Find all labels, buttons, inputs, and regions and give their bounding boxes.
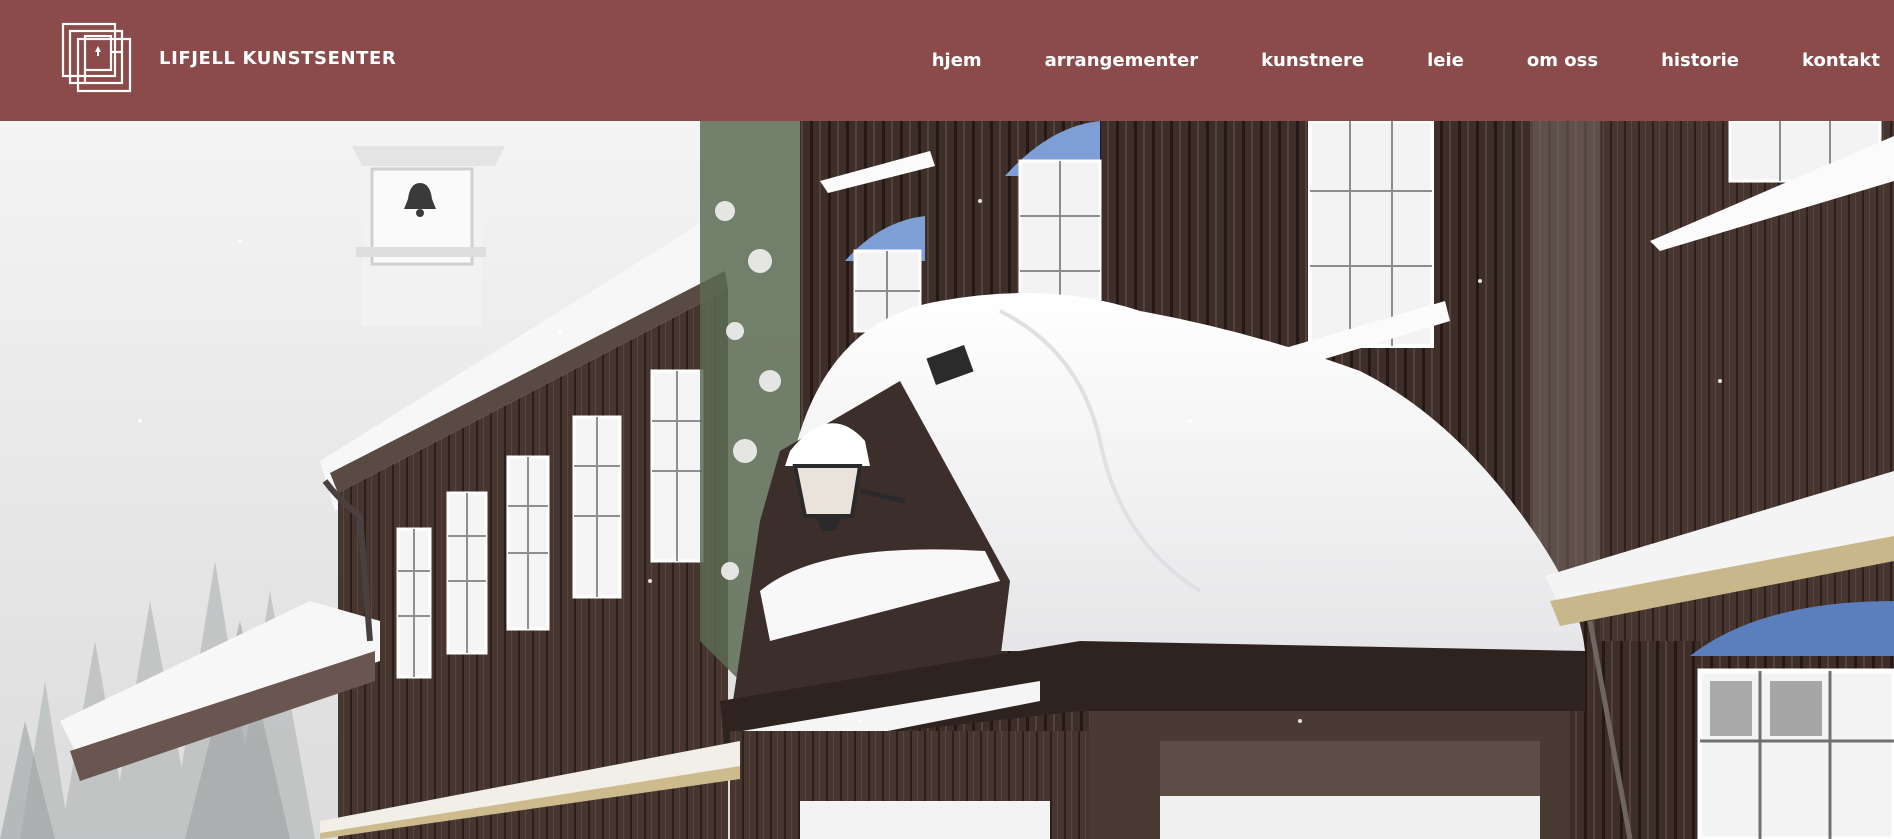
hero-image — [0, 121, 1894, 839]
nav-item-arrangementer[interactable]: arrangementer — [1045, 50, 1198, 71]
nav-item-historie[interactable]: historie — [1661, 50, 1739, 71]
snowy-building-photo — [0, 121, 1894, 839]
site-header: LIFJELL KUNSTSENTER hjem arrangementer k… — [0, 0, 1894, 121]
lifjell-logo-icon — [61, 22, 132, 93]
nav-item-leie[interactable]: leie — [1427, 50, 1464, 71]
nav-item-kunstnere[interactable]: kunstnere — [1261, 50, 1364, 71]
home-logo-link[interactable]: LIFJELL KUNSTSENTER — [61, 22, 396, 94]
site-name: LIFJELL KUNSTSENTER — [159, 47, 397, 69]
main-nav: hjem arrangementer kunstnere leie om oss… — [932, 0, 1880, 121]
nav-item-hjem[interactable]: hjem — [932, 50, 982, 71]
nav-item-om-oss[interactable]: om oss — [1527, 50, 1598, 71]
nav-item-kontakt[interactable]: kontakt — [1802, 50, 1880, 71]
